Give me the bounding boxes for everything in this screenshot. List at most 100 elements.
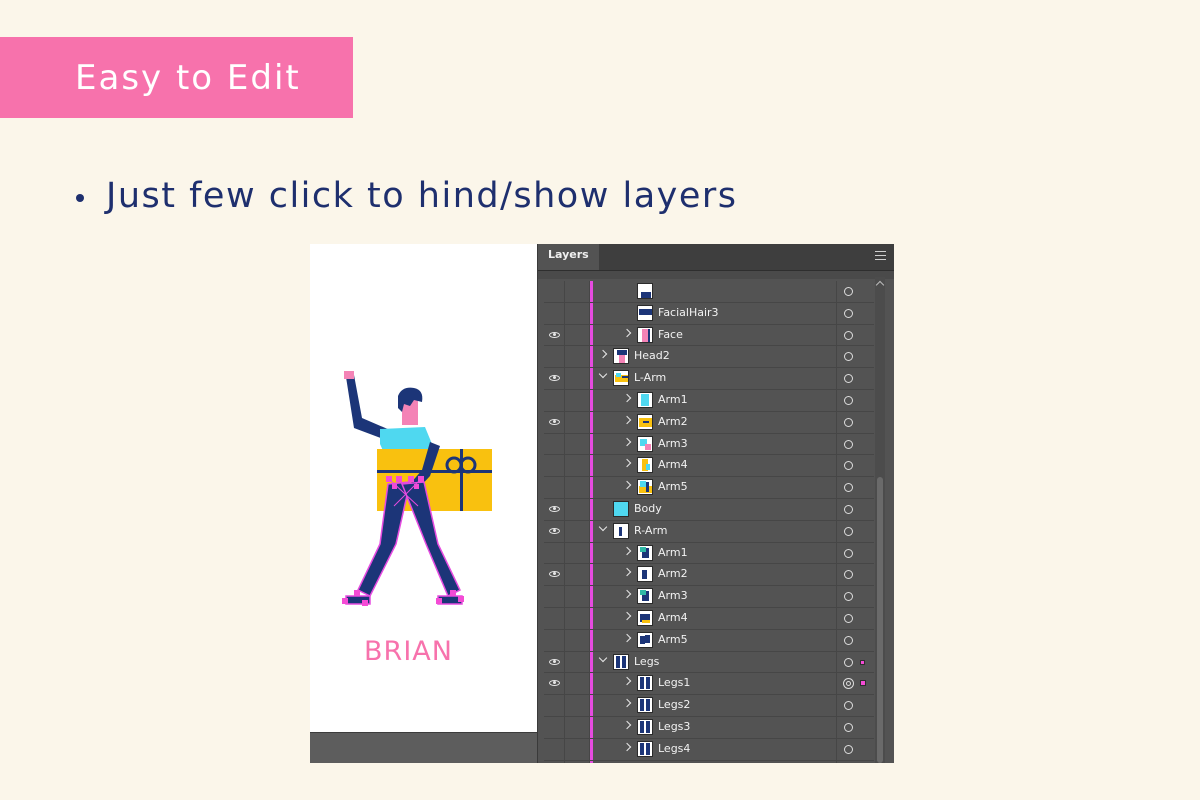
lock-toggle[interactable] <box>565 564 590 586</box>
lock-toggle[interactable] <box>565 455 590 477</box>
visibility-toggle[interactable] <box>544 651 565 673</box>
visibility-toggle[interactable] <box>544 716 565 738</box>
chevron-right-icon[interactable] <box>622 633 632 642</box>
layer-row[interactable]: Arm4 <box>544 455 874 478</box>
eye-icon[interactable] <box>549 658 560 665</box>
chevron-right-icon[interactable] <box>622 415 632 425</box>
layer-name[interactable]: Arm3 <box>658 437 688 450</box>
character-illustration[interactable] <box>310 244 537 763</box>
lock-toggle[interactable] <box>565 607 590 629</box>
layer-name[interactable]: Legs2 <box>658 698 690 711</box>
target-circle-icon[interactable] <box>844 570 853 580</box>
layer-name[interactable]: Face <box>658 328 683 341</box>
target-circle-icon[interactable] <box>843 678 854 690</box>
eye-icon[interactable] <box>549 680 560 687</box>
target-circle-icon[interactable] <box>844 417 853 427</box>
layer-row[interactable]: Arm5 <box>544 629 874 652</box>
lock-toggle[interactable] <box>565 695 590 716</box>
lock-toggle[interactable] <box>565 716 590 738</box>
layer-name[interactable]: Arm4 <box>658 458 688 471</box>
layer-name[interactable]: Arm1 <box>658 546 688 559</box>
layer-name[interactable]: Arm1 <box>658 393 688 406</box>
layer-row[interactable]: Arm1 <box>544 542 874 565</box>
visibility-toggle[interactable] <box>544 629 565 651</box>
chevron-right-icon[interactable] <box>622 742 632 751</box>
layer-row[interactable] <box>544 281 874 303</box>
layer-row[interactable]: Arm1 <box>544 389 874 412</box>
layer-name[interactable]: R-Arm <box>634 524 668 537</box>
eye-icon[interactable] <box>549 331 560 338</box>
layer-name[interactable]: Legs4 <box>658 742 690 755</box>
visibility-toggle[interactable] <box>544 477 565 498</box>
chevron-right-icon[interactable] <box>622 611 632 621</box>
lock-toggle[interactable] <box>565 520 590 542</box>
lock-toggle[interactable] <box>565 673 590 695</box>
lock-toggle[interactable] <box>565 760 590 763</box>
eye-icon[interactable] <box>549 418 560 425</box>
layer-row[interactable]: Arm2 <box>544 564 874 587</box>
layer-row[interactable]: Legs2 <box>544 695 874 717</box>
lock-toggle[interactable] <box>565 324 590 346</box>
chevron-right-icon[interactable] <box>622 480 632 490</box>
lock-toggle[interactable] <box>565 389 590 411</box>
layer-row[interactable]: Head2 <box>544 346 874 369</box>
target-circle-icon[interactable] <box>844 504 853 514</box>
visibility-toggle[interactable] <box>544 695 565 716</box>
layers-list[interactable]: FacialHair3 Face Head2 L-Arm Arm1 Arm2 Arm3 Arm… <box>544 281 874 763</box>
chevron-right-icon[interactable] <box>622 720 632 730</box>
layer-name[interactable]: Legs3 <box>658 720 690 733</box>
visibility-toggle[interactable] <box>544 368 565 389</box>
visibility-toggle[interactable] <box>544 389 565 411</box>
visibility-toggle[interactable] <box>544 433 565 455</box>
visibility-toggle[interactable] <box>544 673 565 695</box>
target-circle-icon[interactable] <box>844 526 853 536</box>
layer-row[interactable]: FacialHair3 <box>544 302 874 325</box>
layer-name[interactable]: Arm4 <box>658 611 688 624</box>
layers-scrollbar[interactable] <box>875 277 885 763</box>
visibility-toggle[interactable] <box>544 455 565 477</box>
layer-name[interactable]: FacialHair3 <box>658 306 719 319</box>
lock-toggle[interactable] <box>565 433 590 455</box>
visibility-toggle[interactable] <box>544 607 565 629</box>
layers-panel[interactable]: Layers FacialHair3 Face Head2 L-Arm Arm1 Arm2… <box>537 244 894 763</box>
layer-row[interactable]: Arm3 <box>544 586 874 608</box>
lock-toggle[interactable] <box>565 281 590 302</box>
chevron-down-icon[interactable] <box>598 522 608 532</box>
layer-row[interactable]: Legs <box>544 651 874 674</box>
visibility-toggle[interactable] <box>544 498 565 520</box>
visibility-toggle[interactable] <box>544 564 565 586</box>
layer-row[interactable]: R-Arm <box>544 520 874 543</box>
lock-toggle[interactable] <box>565 738 590 760</box>
lock-toggle[interactable] <box>565 477 590 498</box>
layer-row[interactable]: Arm5 <box>544 477 874 499</box>
layer-name[interactable]: Arm2 <box>658 567 688 580</box>
target-circle-icon[interactable] <box>844 592 853 602</box>
target-circle-icon[interactable] <box>844 395 853 405</box>
visibility-toggle[interactable] <box>544 346 565 368</box>
layer-row[interactable]: Legs5 <box>544 760 874 763</box>
chevron-right-icon[interactable] <box>622 393 632 403</box>
target-circle-icon[interactable] <box>844 657 853 667</box>
target-circle-icon[interactable] <box>844 352 853 362</box>
lock-toggle[interactable] <box>565 302 590 324</box>
layer-row[interactable]: Legs1 <box>544 673 874 696</box>
lock-toggle[interactable] <box>565 542 590 564</box>
lock-toggle[interactable] <box>565 346 590 368</box>
chevron-right-icon[interactable] <box>622 568 632 577</box>
lock-toggle[interactable] <box>565 498 590 520</box>
visibility-toggle[interactable] <box>544 324 565 346</box>
chevron-down-icon[interactable] <box>598 653 608 662</box>
target-circle-icon[interactable] <box>844 744 853 754</box>
layer-row[interactable]: Arm4 <box>544 607 874 630</box>
target-circle-icon[interactable] <box>844 439 853 449</box>
scroll-up-icon[interactable] <box>875 280 885 290</box>
hamburger-menu-icon[interactable] <box>875 251 886 260</box>
chevron-right-icon[interactable] <box>622 677 632 686</box>
lock-toggle[interactable] <box>565 411 590 433</box>
chevron-right-icon[interactable] <box>622 698 632 708</box>
target-circle-icon[interactable] <box>844 548 853 558</box>
scroll-thumb[interactable] <box>877 477 883 763</box>
selection-indicator-icon[interactable] <box>860 680 866 687</box>
layer-row[interactable]: L-Arm <box>544 368 874 390</box>
target-circle-icon[interactable] <box>844 635 853 645</box>
